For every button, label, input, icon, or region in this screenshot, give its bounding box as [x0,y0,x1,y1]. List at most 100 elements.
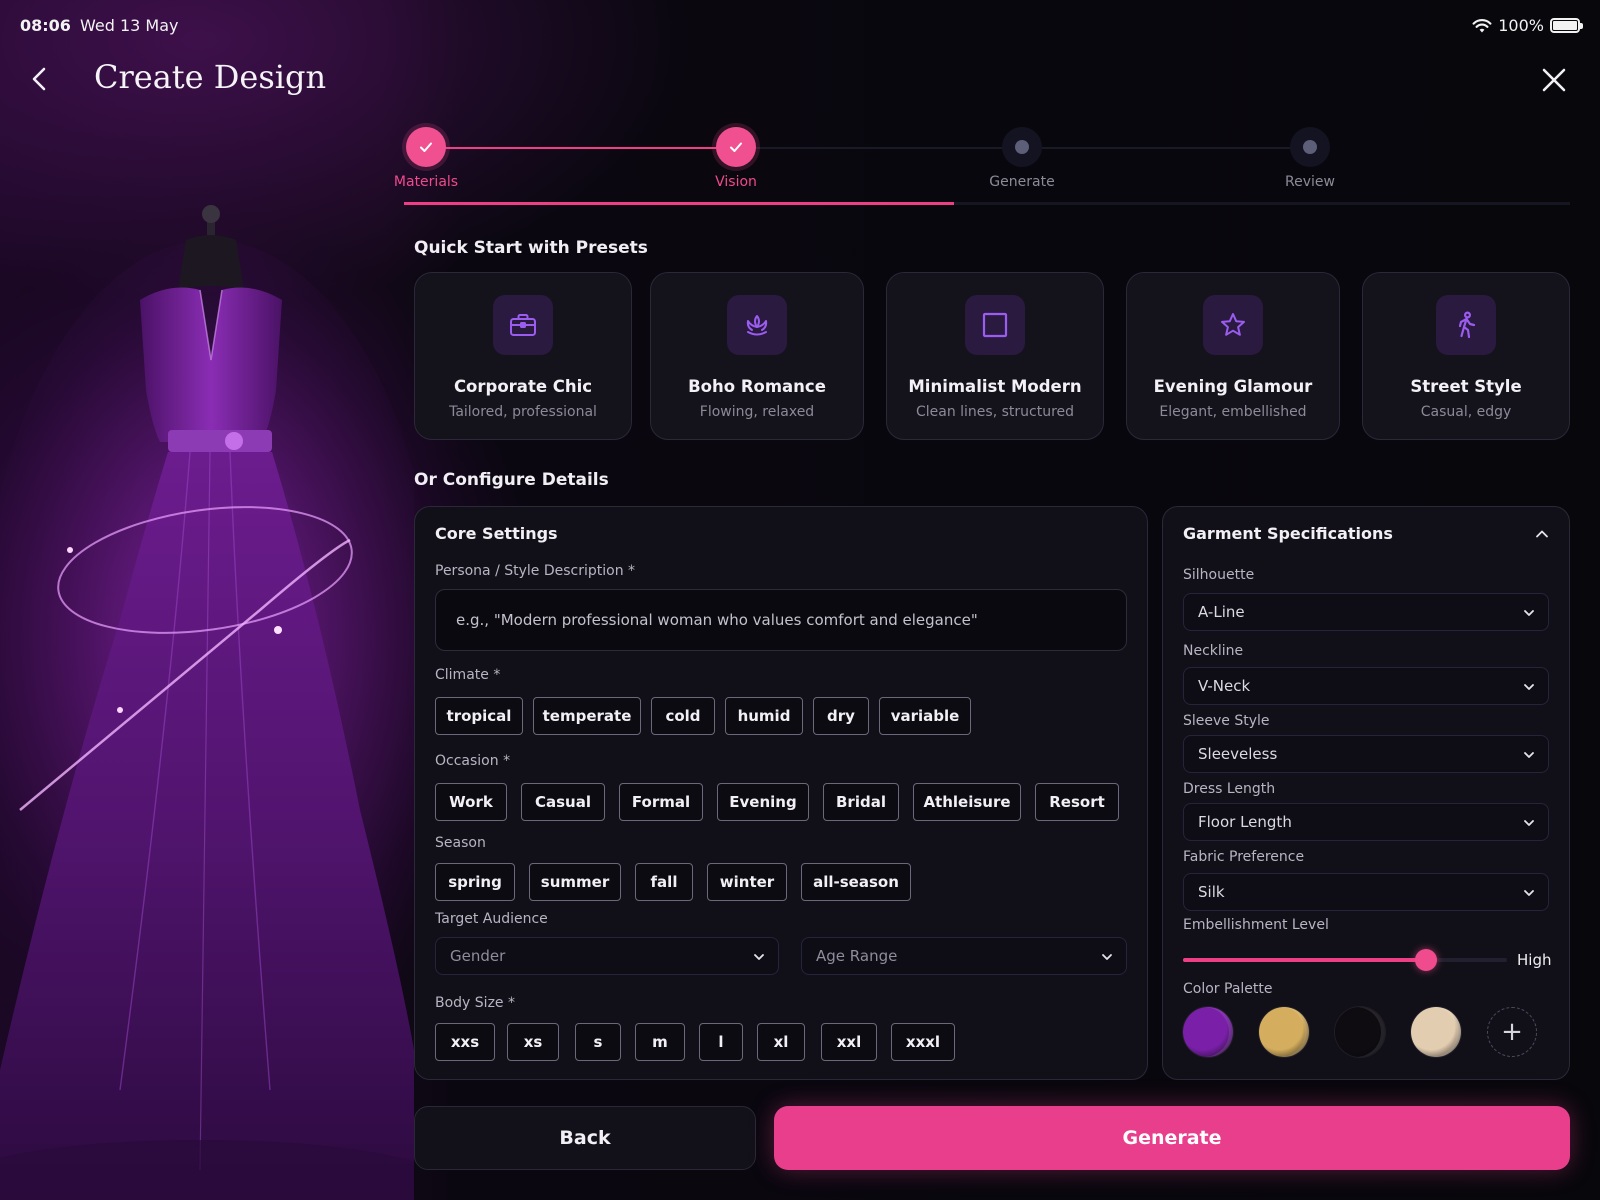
slider-fill [1183,958,1426,962]
climate-chip[interactable]: dry [813,697,869,735]
chevron-down-icon [1524,684,1534,690]
step-review[interactable]: Review [1250,120,1370,190]
climate-chip[interactable]: tropical [435,697,523,735]
body-size-chip[interactable]: l [699,1023,743,1061]
preset-name: Evening Glamour [1153,377,1313,396]
preset-description: Clean lines, structured [915,404,1075,420]
season-chip[interactable]: summer [529,863,621,901]
step-dot [1002,127,1042,167]
add-color-button[interactable]: + [1487,1007,1537,1057]
neckline-select[interactable]: V-Neck [1183,667,1549,705]
embellishment-slider[interactable] [1183,947,1507,973]
occasion-chip[interactable]: Resort [1035,783,1119,821]
silhouette-select[interactable]: A-Line [1183,593,1549,631]
color-swatch[interactable] [1183,1007,1233,1057]
body-size-chip[interactable]: s [575,1023,621,1061]
occasion-chip[interactable]: Athleisure [913,783,1021,821]
preset-name: Corporate Chic [453,377,593,396]
fabric-preference-label: Fabric Preference [1183,849,1305,865]
body-size-chip[interactable]: xs [507,1023,559,1061]
occasion-chip[interactable]: Evening [717,783,809,821]
back-button[interactable]: Back [414,1106,756,1170]
climate-chip[interactable]: variable [879,697,971,735]
climate-chip[interactable]: humid [725,697,803,735]
step-label: Materials [393,174,459,190]
status-time: 08:06 [20,16,71,35]
step-label: Review [1285,174,1335,190]
preset-corporate-chic[interactable]: Corporate Chic Tailored, professional [414,272,632,440]
slider-thumb[interactable] [1415,949,1437,971]
body-size-chip[interactable]: m [635,1023,685,1061]
occasion-chip[interactable]: Formal [619,783,703,821]
body-size-label: Body Size * [435,995,515,1011]
progress-stepper: Materials Vision Generate Review [394,120,1570,210]
garment-specifications-panel: Garment Specifications Silhouette A-Line… [1162,506,1570,1080]
chevron-down-icon [1524,610,1534,616]
generate-button[interactable]: Generate [774,1106,1570,1170]
briefcase-icon [493,295,553,355]
preset-evening-glamour[interactable]: Evening Glamour Elegant, embellished [1126,272,1340,440]
status-right: 100% [1472,16,1583,35]
sleeve-style-value: Sleeveless [1198,745,1278,763]
color-palette: + [1183,1007,1553,1061]
close-icon[interactable] [1540,66,1568,94]
season-chip[interactable]: all-season [801,863,911,901]
season-chip[interactable]: spring [435,863,515,901]
embellishment-label: Embellishment Level [1183,917,1329,933]
climate-chip[interactable]: temperate [533,697,641,735]
step-vision[interactable]: Vision [676,120,796,190]
sleeve-style-label: Sleeve Style [1183,713,1270,729]
color-palette-label: Color Palette [1183,981,1273,997]
lotus-icon [727,295,787,355]
dress-length-value: Floor Length [1198,813,1292,831]
preset-description: Casual, edgy [1420,404,1512,420]
presets-heading: Quick Start with Presets [414,238,648,258]
color-swatch[interactable] [1411,1007,1461,1057]
chevron-down-icon [1524,890,1534,896]
climate-chip[interactable]: cold [651,697,715,735]
configure-heading: Or Configure Details [414,470,609,490]
occasion-chip[interactable]: Work [435,783,507,821]
persona-label: Persona / Style Description * [435,563,636,579]
wifi-icon [1472,18,1492,32]
plus-icon: + [1501,1017,1523,1047]
sleeve-style-select[interactable]: Sleeveless [1183,735,1549,773]
step-generate[interactable]: Generate [962,120,1082,190]
chevron-down-icon [1524,752,1534,758]
check-icon [716,127,756,167]
body-size-chip[interactable]: xxxl [891,1023,955,1061]
gender-select[interactable]: Gender [435,937,779,975]
season-chip[interactable]: fall [635,863,693,901]
age-range-select[interactable]: Age Range [801,937,1127,975]
occasion-chip[interactable]: Bridal [823,783,899,821]
preset-minimalist-modern[interactable]: Minimalist Modern Clean lines, structure… [886,272,1104,440]
preset-name: Boho Romance [688,377,826,396]
back-arrow-icon[interactable] [28,64,52,94]
dress-length-select[interactable]: Floor Length [1183,803,1549,841]
chevron-up-icon[interactable] [1533,525,1551,543]
season-label: Season [435,835,486,851]
occasion-chip[interactable]: Casual [521,783,605,821]
season-chip[interactable]: winter [707,863,787,901]
silhouette-value: A-Line [1198,603,1245,621]
body-size-chip[interactable]: xxl [821,1023,877,1061]
gender-select-value: Gender [450,947,506,965]
preset-boho-romance[interactable]: Boho Romance Flowing, relaxed [650,272,864,440]
preset-name: Minimalist Modern [908,377,1082,396]
step-materials[interactable]: Materials [366,120,486,190]
persona-input[interactable] [435,589,1127,651]
chevron-down-icon [1524,820,1534,826]
color-swatch[interactable] [1259,1007,1309,1057]
preset-street-style[interactable]: Street Style Casual, edgy [1362,272,1570,440]
color-swatch[interactable] [1335,1007,1385,1057]
silhouette-label: Silhouette [1183,567,1255,583]
page-title: Create Design [94,58,327,96]
step-dot [1290,127,1330,167]
body-size-chip[interactable]: xl [757,1023,805,1061]
body-size-chip[interactable]: xxs [435,1023,495,1061]
fabric-preference-select[interactable]: Silk [1183,873,1549,911]
garment-specifications-title: Garment Specifications [1183,524,1393,543]
status-bar: 08:06 Wed 13 May 100% [20,16,1583,38]
preset-description: Tailored, professional [449,404,597,420]
core-settings-panel: Core Settings Persona / Style Descriptio… [414,506,1148,1080]
